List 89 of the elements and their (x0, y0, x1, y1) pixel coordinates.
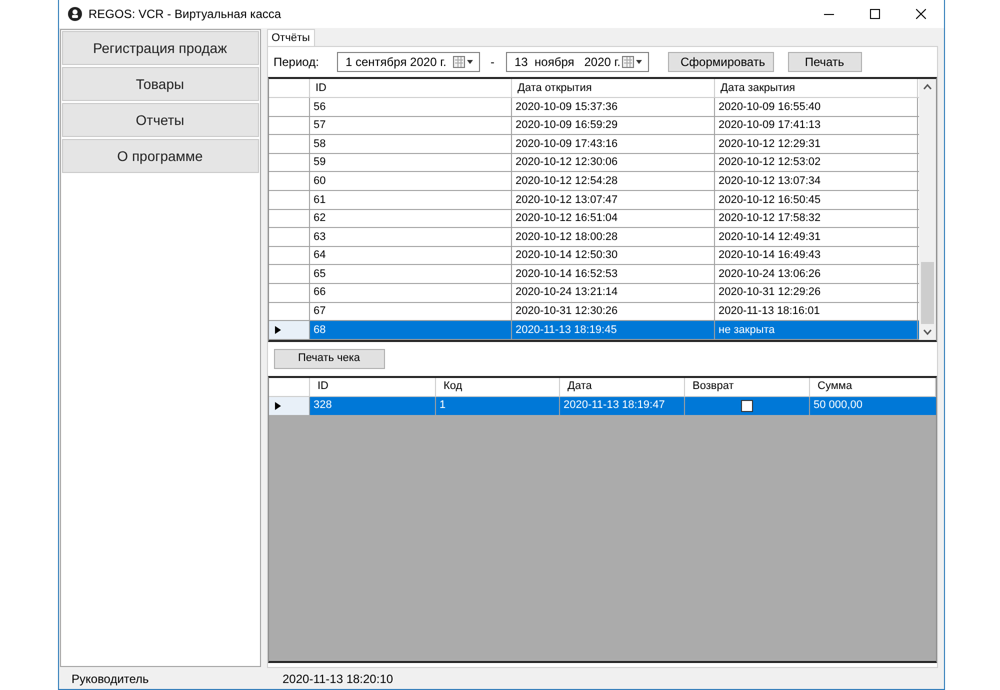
column-header[interactable]: Сумма (810, 378, 936, 396)
table-cell: 57 (310, 116, 512, 134)
table-cell: 2020-10-12 12:29:31 (714, 135, 918, 153)
column-header[interactable]: Дата закрытия (714, 79, 918, 97)
table-cell: 2020-10-12 12:30:06 (512, 154, 714, 172)
table-row[interactable]: 60 2020-10-12 12:54:28 2020-10-12 13:07:34 (268, 172, 918, 191)
table-cell: 2020-10-24 13:21:14 (512, 284, 714, 302)
calendar-dropdown-icon (452, 56, 474, 68)
table-cell: 61 (310, 190, 512, 209)
sidebar-item[interactable]: Отчеты (62, 103, 258, 137)
table-row[interactable]: 56 2020-10-09 15:37:36 2020-10-09 16:55:40 (268, 98, 918, 117)
table-cell: 2020-10-09 16:55:40 (714, 98, 918, 116)
table-cell: 2020-10-12 12:54:28 (512, 172, 714, 190)
table-cell: 68 (310, 321, 512, 339)
table-cell: 2020-10-12 17:58:32 (714, 210, 918, 228)
user-role: Руководитель (70, 670, 150, 688)
app-logo-icon (68, 7, 82, 21)
table-cell: 2020-10-14 16:49:43 (714, 246, 918, 264)
table-cell: 2020-11-13 18:16:01 (714, 302, 918, 320)
table-cell: 2020-10-14 12:49:31 (714, 228, 918, 246)
date-field[interactable]: 13 ноября 2020 г. (506, 52, 648, 72)
table-cell: 63 (310, 228, 512, 246)
table-cell: не закрыта (714, 321, 918, 339)
table-cell: 2020-10-12 18:00:28 (512, 228, 714, 246)
toolbar-button[interactable]: Печать (788, 52, 862, 72)
sidebar-item[interactable]: О программе (62, 139, 258, 173)
table-row[interactable]: 65 2020-10-14 16:52:53 2020-10-24 13:06:26 (268, 265, 918, 284)
table-cell: 2020-10-09 15:37:36 (512, 98, 714, 116)
row-pointer-icon (274, 326, 280, 334)
table-row[interactable]: 62 2020-10-12 16:51:04 2020-10-12 17:58:32 (268, 210, 918, 228)
table-cell: 59 (310, 154, 512, 172)
table-cell: 64 (310, 246, 512, 264)
table-row[interactable]: 58 2020-10-09 17:43:16 2020-10-12 12:29:31 (268, 135, 918, 154)
table-cell: 65 (310, 265, 512, 283)
table-cell: 2020-10-31 12:29:26 (714, 284, 918, 302)
print-receipt-button[interactable]: Печать чека (274, 348, 384, 369)
table-cell: 2020-10-31 12:30:26 (512, 302, 714, 320)
column-header[interactable]: ID (310, 79, 512, 97)
column-header[interactable]: ID (310, 378, 436, 396)
table-cell: 2020-11-13 18:19:45 (512, 321, 714, 339)
column-header[interactable]: Код (436, 378, 560, 396)
status-time: 2020-11-13 18:20:10 (282, 670, 394, 688)
period-label: Период: (274, 54, 320, 71)
scroll-thumb[interactable] (920, 262, 934, 324)
row-pointer-icon (274, 402, 280, 410)
table-row[interactable]: 68 2020-11-13 18:19:45 не закрыта (268, 321, 918, 340)
tab[interactable]: Отчёты (266, 29, 315, 46)
table-cell: 58 (310, 135, 512, 153)
table-cell-text: 50 000,00 (812, 398, 864, 414)
table-cell: 66 (310, 284, 512, 302)
maximize-icon (870, 9, 880, 19)
date-separator: - (490, 54, 494, 71)
date-field[interactable]: 1 сентября 2020 г. (336, 52, 480, 72)
table-cell: 2020-10-09 17:41:13 (714, 116, 918, 134)
table-cell: 2020-10-14 12:50:30 (512, 246, 714, 264)
close-icon (916, 9, 926, 19)
table-cell: 2020-10-12 13:07:34 (714, 172, 918, 190)
column-header[interactable]: Дата открытия (512, 79, 714, 97)
table-cell: 2020-10-12 12:53:02 (714, 154, 918, 172)
calendar-dropdown-icon (622, 56, 644, 68)
table-cell: 60 (310, 172, 512, 190)
table-cell: 2020-10-12 16:51:04 (512, 210, 714, 228)
table-cell: 2020-10-12 13:07:47 (512, 190, 714, 209)
table-cell: 2020-10-09 17:43:16 (512, 135, 714, 153)
column-header[interactable]: Дата (560, 378, 684, 396)
window-title: REGOS: VCR - Виртуальная касса (88, 6, 282, 23)
table-cell: 2020-10-14 16:52:53 (512, 265, 714, 283)
table-cell: 62 (310, 210, 512, 228)
table-row[interactable]: 57 2020-10-09 16:59:29 2020-10-09 17:41:13 (268, 116, 918, 136)
sidebar-item[interactable]: Товары (62, 67, 258, 101)
table-cell: 67 (310, 302, 512, 320)
table-row[interactable]: 328 1 2020-11-13 18:19:47 50 000,00 (268, 396, 936, 415)
scrollbar[interactable] (918, 79, 936, 340)
table-row[interactable]: 64 2020-10-14 12:50:30 2020-10-14 16:49:43 (268, 246, 918, 266)
table-cell: 2020-11-13 18:19:47 (560, 396, 684, 415)
table-row[interactable]: 61 2020-10-12 13:07:47 2020-10-12 16:50:45 (268, 190, 918, 210)
table-cell: 1 (436, 396, 560, 415)
table-cell: 2020-10-09 16:59:29 (512, 116, 714, 134)
table-row[interactable]: 59 2020-10-12 12:30:06 2020-10-12 12:53:02 (268, 154, 918, 172)
table-cell: 2020-10-12 16:50:45 (714, 190, 918, 209)
table-cell: 328 (310, 396, 436, 415)
column-header[interactable]: Возврат (684, 378, 810, 396)
table-cell: 2020-10-24 13:06:26 (714, 265, 918, 283)
table-row[interactable]: 63 2020-10-12 18:00:28 2020-10-14 12:49:31 (268, 228, 918, 247)
refund-checkbox[interactable] (740, 400, 752, 412)
table-cell: 56 (310, 98, 512, 116)
table-row[interactable]: 66 2020-10-24 13:21:14 2020-10-31 12:29:26 (268, 284, 918, 303)
toolbar-button[interactable]: Сформировать (668, 52, 774, 72)
sidebar-item[interactable]: Регистрация продаж (62, 31, 258, 65)
